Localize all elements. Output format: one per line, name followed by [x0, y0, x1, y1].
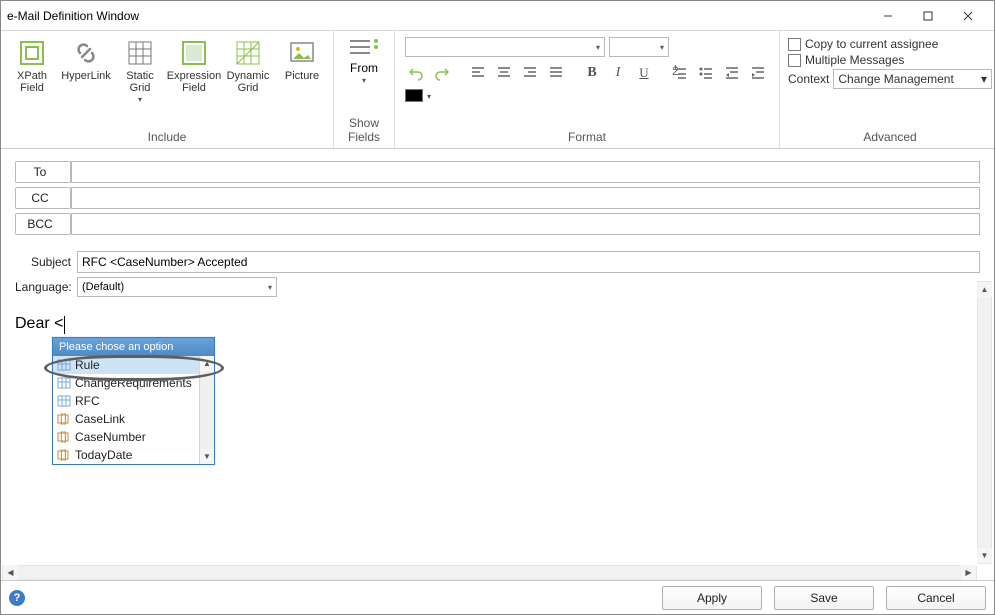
grid-icon	[57, 377, 71, 389]
window-title: e-Mail Definition Window	[7, 9, 868, 23]
popup-item[interactable]: ChangeRequirements	[53, 374, 214, 392]
popup-item-label: ChangeRequirements	[75, 376, 192, 390]
header-fields: To CC BCC Subject Language: (Default)▾	[1, 149, 994, 309]
numbered-list-button[interactable]: 12	[669, 62, 691, 84]
language-label: Language:	[15, 280, 77, 294]
maximize-button[interactable]	[908, 2, 948, 30]
advanced-group-label: Advanced	[780, 128, 995, 148]
scroll-left-icon[interactable]: ◀	[3, 565, 18, 580]
multiple-messages-checkbox[interactable]: Multiple Messages	[788, 53, 992, 67]
bullet-list-button[interactable]	[695, 62, 717, 84]
picture-button[interactable]: Picture	[275, 35, 329, 84]
autocomplete-popup: Please chose an option Rule ChangeRequire…	[52, 337, 215, 465]
tag-icon: []	[57, 431, 71, 443]
cc-button[interactable]: CC	[15, 187, 71, 209]
help-icon[interactable]: ?	[9, 590, 25, 606]
chevron-down-icon: ▾	[268, 283, 272, 292]
bcc-button[interactable]: BCC	[15, 213, 71, 235]
indent-button[interactable]	[747, 62, 769, 84]
chevron-down-icon: ▾	[362, 76, 366, 85]
svg-text:[]: []	[60, 431, 67, 443]
scroll-down-icon[interactable]: ▼	[200, 449, 215, 464]
scroll-down-icon[interactable]: ▼	[977, 548, 992, 563]
tag-icon: []	[57, 449, 71, 461]
scroll-up-icon[interactable]: ▲	[977, 282, 992, 297]
context-combo[interactable]: Change Management▾	[833, 69, 992, 89]
subject-label: Subject	[15, 255, 77, 269]
expression-field-button[interactable]: Expression Field	[167, 35, 221, 96]
to-button[interactable]: To	[15, 161, 71, 183]
chevron-down-icon: ▾	[596, 43, 600, 52]
email-body-editor[interactable]: Dear < Please chose an option RuleChange…	[1, 309, 994, 340]
horizontal-scrollbar[interactable]: ◀ ▶	[2, 565, 977, 580]
bold-button[interactable]: B	[581, 62, 603, 84]
popup-item[interactable]: [] CaseLink	[53, 410, 214, 428]
cancel-button[interactable]: Cancel	[886, 586, 986, 610]
showfields-group-label: Show Fields	[334, 114, 394, 148]
popup-item-label: CaseNumber	[75, 430, 146, 444]
to-input[interactable]	[71, 161, 980, 183]
popup-scrollbar[interactable]: ▲▼	[199, 356, 214, 464]
svg-text:[]: []	[60, 413, 67, 425]
from-button[interactable]: From ▾	[338, 35, 390, 87]
redo-button[interactable]	[431, 62, 453, 84]
chevron-down-icon: ▾	[660, 43, 664, 52]
title-bar: e-Mail Definition Window	[1, 1, 994, 31]
vertical-scrollbar[interactable]: ▲ ▼	[977, 281, 992, 564]
svg-text:[]: []	[60, 449, 67, 461]
apply-button[interactable]: Apply	[662, 586, 762, 610]
align-justify-button[interactable]	[545, 62, 567, 84]
popup-item-label: Rule	[75, 358, 100, 372]
context-label: Context	[788, 72, 829, 86]
align-right-button[interactable]	[519, 62, 541, 84]
popup-header: Please chose an option	[53, 338, 214, 356]
minimize-button[interactable]	[868, 2, 908, 30]
popup-item-label: TodayDate	[75, 448, 132, 462]
include-group-label: Include	[1, 128, 333, 148]
hyperlink-button[interactable]: HyperLink	[59, 35, 113, 84]
format-group-label: Format	[395, 128, 779, 148]
popup-item[interactable]: RFC	[53, 392, 214, 410]
copy-to-assignee-checkbox[interactable]: Copy to current assignee	[788, 37, 992, 51]
grid-icon	[57, 359, 71, 371]
popup-item[interactable]: [] TodayDate	[53, 446, 214, 464]
save-button[interactable]: Save	[774, 586, 874, 610]
footer: ? Apply Save Cancel	[1, 580, 994, 614]
font-size-combo[interactable]: ▾	[609, 37, 669, 57]
text-cursor	[64, 316, 65, 334]
chevron-down-icon: ▾	[138, 95, 142, 104]
popup-item-label: CaseLink	[75, 412, 125, 426]
ribbon: XPath Field HyperLink Static Grid ▾ Expr…	[1, 31, 994, 149]
undo-button[interactable]	[405, 62, 427, 84]
italic-button[interactable]: I	[607, 62, 629, 84]
font-combo[interactable]: ▾	[405, 37, 605, 57]
popup-item[interactable]: [] CaseNumber	[53, 428, 214, 446]
popup-item-label: RFC	[75, 394, 100, 408]
popup-item[interactable]: Rule	[53, 356, 214, 374]
xpath-field-button[interactable]: XPath Field	[5, 35, 59, 96]
scroll-right-icon[interactable]: ▶	[961, 565, 976, 580]
grid-icon	[57, 395, 71, 407]
scroll-up-icon[interactable]: ▲	[200, 356, 215, 371]
body-text: Dear <	[15, 315, 63, 332]
svg-text:2: 2	[672, 65, 679, 78]
language-combo[interactable]: (Default)▾	[77, 277, 277, 297]
subject-input[interactable]	[77, 251, 980, 273]
bcc-input[interactable]	[71, 213, 980, 235]
close-button[interactable]	[948, 2, 988, 30]
cc-input[interactable]	[71, 187, 980, 209]
underline-button[interactable]: U	[633, 62, 655, 84]
chevron-down-icon: ▾	[981, 72, 987, 86]
outdent-button[interactable]	[721, 62, 743, 84]
align-center-button[interactable]	[493, 62, 515, 84]
dynamic-grid-button[interactable]: Dynamic Grid	[221, 35, 275, 96]
static-grid-button[interactable]: Static Grid ▾	[113, 35, 167, 106]
tag-icon: []	[57, 413, 71, 425]
chevron-down-icon[interactable]: ▾	[427, 92, 431, 101]
text-color-swatch[interactable]	[405, 89, 423, 102]
align-left-button[interactable]	[467, 62, 489, 84]
